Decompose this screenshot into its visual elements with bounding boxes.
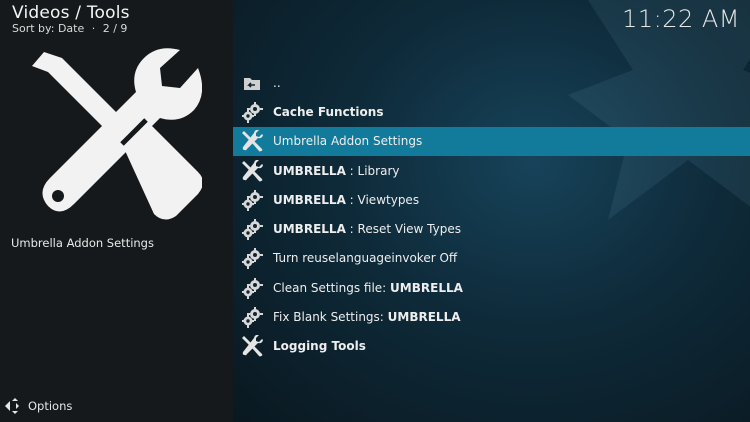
file-list: .. Cache Functions Umbrella Addon Settings…: [233, 68, 750, 361]
gear-icon: [241, 306, 263, 329]
gear-icon: [241, 218, 263, 241]
list-item[interactable]: Logging Tools: [233, 332, 750, 361]
folder-back-icon: [241, 72, 263, 94]
tools-icon: [241, 335, 263, 357]
list-item[interactable]: UMBRELLA : Library: [233, 156, 750, 185]
tools-thumbnail-icon: [32, 48, 202, 220]
gear-icon: [241, 247, 263, 270]
list-item-label: UMBRELLA : Library: [273, 163, 400, 178]
tools-icon: [241, 130, 263, 152]
list-item-label: Clean Settings file: UMBRELLA: [273, 280, 463, 295]
clock: 11:22 AM: [622, 5, 740, 33]
list-item[interactable]: UMBRELLA : Viewtypes: [233, 185, 750, 214]
list-item-label: UMBRELLA : Reset View Types: [273, 222, 461, 237]
selected-item-label: Umbrella Addon Settings: [11, 236, 154, 250]
list-item-label: Logging Tools: [273, 339, 366, 354]
gear-icon: [241, 277, 263, 299]
list-item-label: Cache Functions: [273, 104, 384, 119]
list-item[interactable]: Umbrella Addon Settings: [233, 126, 750, 156]
options-label: Options: [28, 399, 73, 413]
options-button[interactable]: Options: [4, 398, 72, 414]
list-item[interactable]: Clean Settings file: UMBRELLA: [233, 273, 750, 302]
list-item-label: UMBRELLA : Viewtypes: [273, 192, 420, 207]
list-item-label: Turn reuselanguageinvoker Off: [273, 251, 458, 266]
list-item[interactable]: Cache Functions: [233, 97, 750, 126]
list-item-label: ..: [273, 75, 281, 90]
list-item[interactable]: ..: [233, 68, 750, 97]
options-arrows-icon: [5, 398, 19, 414]
window-title: Videos / Tools: [12, 3, 130, 23]
gear-icon: [241, 189, 263, 211]
list-item[interactable]: Turn reuselanguageinvoker Off: [233, 244, 750, 273]
list-item[interactable]: Fix Blank Settings: UMBRELLA: [233, 302, 750, 331]
list-item-label: Umbrella Addon Settings: [273, 134, 423, 149]
list-item-label: Fix Blank Settings: UMBRELLA: [273, 310, 461, 325]
sort-status: Sort by: Date · 2 / 9: [12, 22, 128, 35]
list-item[interactable]: UMBRELLA : Reset View Types: [233, 214, 750, 243]
gear-icon: [241, 101, 263, 123]
tools-icon: [241, 159, 263, 182]
